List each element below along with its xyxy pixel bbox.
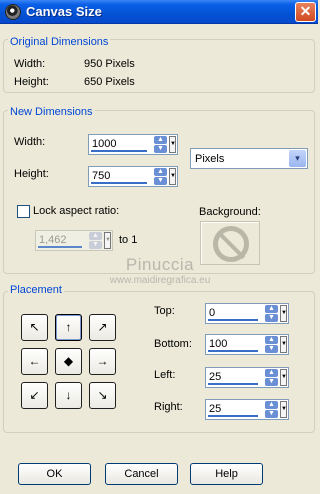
bottom-dropdown-icon[interactable]: ▼ [280,336,287,353]
aspect-dropdown-icon: ▼ [104,232,111,249]
left-spin-arrows[interactable]: ▲ ▼ [265,369,279,386]
bottom-label: Bottom: [154,338,192,350]
anchor-grid: ↖ ↑ ↗ ← ◆ → ↙ ↓ ↘ [21,314,117,410]
bottom-up-icon[interactable]: ▲ [265,336,278,344]
left-spinner[interactable]: 25 ▲ ▼ ▼ [205,367,289,388]
title-bar: Canvas Size ✕ [0,0,318,24]
height-input[interactable]: 750 [92,170,110,182]
width-spin-arrows[interactable]: ▲ ▼ [154,136,168,153]
new-width-label: Width: [14,136,46,148]
original-width-value: 950 Pixels [84,58,135,70]
units-dropdown-icon[interactable]: ▾ [289,150,306,167]
left-down-icon[interactable]: ▼ [265,378,278,386]
right-down-icon[interactable]: ▼ [265,410,278,418]
bottom-down-icon[interactable]: ▼ [265,345,278,353]
anchor-top-left-button[interactable]: ↖ [21,314,48,341]
aspect-down-icon: ▼ [89,241,102,249]
right-dropdown-icon[interactable]: ▼ [280,401,287,418]
top-slider-bar[interactable] [208,319,258,321]
width-dropdown-icon[interactable]: ▼ [169,136,176,153]
top-spin-arrows[interactable]: ▲ ▼ [265,305,279,322]
width-up-icon[interactable]: ▲ [154,136,167,144]
right-slider-bar[interactable] [208,415,258,417]
watermark-url: www.maidiregrafica.eu [109,275,211,286]
right-input[interactable]: 25 [209,403,221,415]
top-down-icon[interactable]: ▼ [265,314,278,322]
anchor-bottom-right-button[interactable]: ↘ [89,382,116,409]
app-icon [5,4,21,20]
height-spin-arrows[interactable]: ▲ ▼ [154,168,168,185]
height-dropdown-icon[interactable]: ▼ [169,168,176,185]
height-up-icon[interactable]: ▲ [154,168,167,176]
ratio-suffix-label: to 1 [119,234,138,246]
width-slider-bar[interactable] [91,150,147,152]
lock-aspect-checkbox[interactable] [17,205,30,218]
top-input[interactable]: 0 [209,307,215,319]
anchor-center-button[interactable]: ◆ [55,348,82,375]
right-spin-arrows[interactable]: ▲ ▼ [265,401,279,418]
aspect-ratio-spinner: 1,462 ▲ ▼ ▼ [35,230,113,251]
bottom-spinner[interactable]: 100 ▲ ▼ ▼ [205,334,289,355]
left-dropdown-icon[interactable]: ▼ [280,369,287,386]
anchor-middle-right-button[interactable]: → [89,348,116,375]
new-height-label: Height: [14,168,49,180]
placement-legend: Placement [8,284,64,296]
right-label: Right: [154,401,183,413]
original-dimensions-legend: Original Dimensions [8,36,111,48]
top-spinner[interactable]: 0 ▲ ▼ ▼ [205,303,289,324]
aspect-ratio-input: 1,462 [39,234,67,246]
aspect-up-icon: ▲ [89,232,102,240]
help-button[interactable]: Help [190,463,263,485]
top-up-icon[interactable]: ▲ [265,305,278,313]
anchor-top-center-button[interactable]: ↑ [55,314,82,341]
width-input[interactable]: 1000 [92,138,116,150]
new-dimensions-legend: New Dimensions [8,106,95,118]
width-spinner[interactable]: 1000 ▲ ▼ ▼ [88,134,178,155]
left-slider-bar[interactable] [208,383,258,385]
window-title: Canvas Size [26,4,102,19]
top-dropdown-icon[interactable]: ▼ [280,305,287,322]
original-height-value: 650 Pixels [84,76,135,88]
aspect-ratio-slider-bar [38,246,82,248]
aspect-ratio-spin-arrows: ▲ ▼ [89,232,103,249]
bottom-input[interactable]: 100 [209,338,227,350]
anchor-middle-left-button[interactable]: ← [21,348,48,375]
anchor-bottom-center-button[interactable]: ↓ [55,382,82,409]
anchor-bottom-left-button[interactable]: ↙ [21,382,48,409]
original-width-label: Width: [14,58,46,70]
left-label: Left: [154,369,176,381]
height-slider-bar[interactable] [91,182,147,184]
right-spinner[interactable]: 25 ▲ ▼ ▼ [205,399,289,420]
units-select[interactable]: Pixels ▾ [190,148,308,169]
close-button[interactable]: ✕ [295,2,316,22]
right-up-icon[interactable]: ▲ [265,401,278,409]
units-selected-value: Pixels [195,153,225,165]
top-label: Top: [154,305,175,317]
cancel-button[interactable]: Cancel [105,463,178,485]
height-spinner[interactable]: 750 ▲ ▼ ▼ [88,166,178,187]
width-down-icon[interactable]: ▼ [154,145,167,153]
height-down-icon[interactable]: ▼ [154,177,167,185]
bottom-slider-bar[interactable] [208,350,258,352]
background-label: Background: [199,206,261,218]
bottom-spin-arrows[interactable]: ▲ ▼ [265,336,279,353]
watermark-name: Pinuccia [125,255,195,274]
anchor-top-right-button[interactable]: ↗ [89,314,116,341]
left-input[interactable]: 25 [209,371,221,383]
left-up-icon[interactable]: ▲ [265,369,278,377]
lock-aspect-label[interactable]: Lock aspect ratio: [33,205,119,217]
ok-button[interactable]: OK [18,463,91,485]
original-height-label: Height: [14,76,49,88]
